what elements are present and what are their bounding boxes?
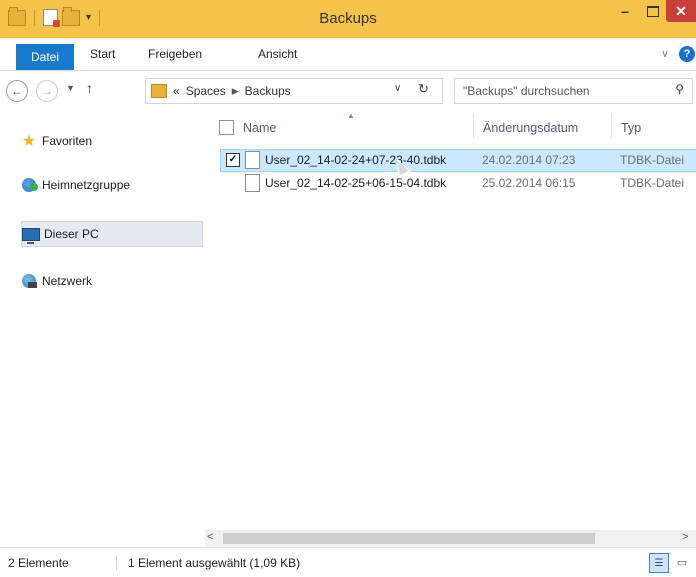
tab-datei[interactable]: Datei bbox=[16, 44, 74, 70]
file-icon bbox=[245, 174, 260, 192]
nav-item-label: Netzwerk bbox=[42, 274, 93, 288]
homegroup-icon bbox=[22, 178, 38, 192]
breadcrumb-spaces[interactable]: Spaces bbox=[186, 84, 226, 98]
file-type: TDBK-Datei bbox=[620, 176, 685, 190]
close-button[interactable]: ✕ bbox=[666, 0, 696, 22]
details-view-icon[interactable]: ☰ bbox=[649, 553, 669, 573]
tab-start[interactable]: Start bbox=[90, 47, 115, 61]
row-checkbox[interactable]: ✓ bbox=[226, 153, 240, 167]
selection-info: 1 Element ausgewählt (1,09 KB) bbox=[128, 556, 301, 570]
status-bar: 2 Elemente 1 Element ausgewählt (1,09 KB… bbox=[0, 547, 696, 577]
column-divider[interactable] bbox=[473, 113, 474, 139]
file-list: ▲ Name Änderungsdatum Typ ✓ User_02_14-0… bbox=[205, 111, 696, 530]
file-row[interactable]: User_02_14-02-25+06-15-04.tdbk 25.02.201… bbox=[221, 173, 696, 194]
folder-icon bbox=[151, 84, 167, 98]
search-box[interactable]: ⚲ bbox=[454, 78, 693, 104]
navigation-bar: ← → ▼ ↑ « Spaces ▶ Backups ∨ ↻ ⚲ bbox=[0, 71, 696, 111]
column-header-date[interactable]: Änderungsdatum bbox=[483, 121, 578, 135]
tab-ansicht[interactable]: Ansicht bbox=[258, 47, 297, 61]
ribbon-tabs: Datei Start Freigeben Ansicht ∨ ? bbox=[0, 38, 696, 71]
title-bar: ▾ Backups – ✕ bbox=[0, 0, 696, 38]
nav-item-label: Favoriten bbox=[42, 134, 93, 148]
maximize-button[interactable] bbox=[640, 0, 666, 22]
item-count: 2 Elemente bbox=[8, 556, 69, 570]
nav-item-label: Dieser PC bbox=[44, 227, 99, 241]
expand-ribbon-chevron-icon[interactable]: ∨ bbox=[661, 47, 669, 60]
file-row[interactable]: ✓ User_02_14-02-24+07-23-40.tdbk 24.02.2… bbox=[220, 149, 696, 172]
nav-item-dieser-pc[interactable]: Dieser PC bbox=[21, 221, 203, 247]
scroll-left-icon[interactable]: < bbox=[207, 531, 213, 543]
nav-item-netzwerk[interactable]: Netzwerk bbox=[20, 269, 92, 293]
star-icon: ★ bbox=[21, 133, 37, 150]
file-icon bbox=[245, 151, 260, 169]
network-icon bbox=[22, 274, 37, 288]
select-all-checkbox[interactable] bbox=[219, 120, 234, 135]
large-icons-view-icon[interactable]: ▭ bbox=[673, 553, 691, 571]
column-divider[interactable] bbox=[611, 113, 612, 139]
sort-ascending-icon: ▲ bbox=[347, 111, 355, 120]
breadcrumb-separator-icon[interactable]: ▶ bbox=[232, 86, 239, 97]
horizontal-scrollbar[interactable]: < > bbox=[205, 530, 696, 547]
column-headers: ▲ Name Änderungsdatum Typ bbox=[205, 111, 696, 145]
scroll-right-icon[interactable]: > bbox=[682, 531, 688, 543]
scrollbar-thumb[interactable] bbox=[223, 533, 595, 544]
file-name: User_02_14-02-25+06-15-04.tdbk bbox=[265, 176, 447, 190]
file-name: User_02_14-02-24+07-23-40.tdbk bbox=[265, 153, 447, 167]
file-date: 24.02.2014 07:23 bbox=[482, 153, 576, 167]
breadcrumb-overflow[interactable]: « bbox=[173, 84, 180, 98]
minimize-button[interactable]: – bbox=[612, 0, 638, 22]
breadcrumb-backups[interactable]: Backups bbox=[245, 84, 291, 98]
help-icon[interactable]: ? bbox=[679, 46, 695, 62]
address-history-chevron-icon[interactable]: ∨ bbox=[394, 83, 401, 94]
refresh-icon[interactable]: ↻ bbox=[418, 81, 429, 97]
forward-button[interactable]: → bbox=[36, 80, 58, 102]
nav-item-heimnetzgruppe[interactable]: Heimnetzgruppe bbox=[20, 173, 130, 197]
column-header-name[interactable]: Name bbox=[243, 121, 276, 135]
recent-locations-chevron-icon[interactable]: ▼ bbox=[66, 83, 75, 93]
up-button[interactable]: ↑ bbox=[86, 80, 93, 96]
search-input[interactable] bbox=[461, 81, 665, 101]
column-header-type[interactable]: Typ bbox=[621, 121, 641, 135]
computer-icon bbox=[22, 227, 40, 244]
navigation-pane: ★ Favoriten Heimnetzgruppe Dieser PC Net… bbox=[0, 111, 205, 543]
address-bar[interactable]: « Spaces ▶ Backups ∨ ↻ bbox=[145, 78, 443, 104]
nav-item-favoriten[interactable]: ★ Favoriten bbox=[20, 129, 92, 153]
window-title: Backups bbox=[319, 10, 377, 27]
search-icon[interactable]: ⚲ bbox=[675, 82, 684, 96]
status-separator bbox=[116, 556, 117, 570]
file-date: 25.02.2014 06:15 bbox=[482, 176, 576, 190]
nav-item-label: Heimnetzgruppe bbox=[42, 178, 131, 192]
maximize-icon bbox=[647, 5, 659, 17]
file-type: TDBK-Datei bbox=[620, 153, 685, 167]
back-button[interactable]: ← bbox=[6, 80, 28, 102]
tab-freigeben[interactable]: Freigeben bbox=[148, 47, 202, 61]
